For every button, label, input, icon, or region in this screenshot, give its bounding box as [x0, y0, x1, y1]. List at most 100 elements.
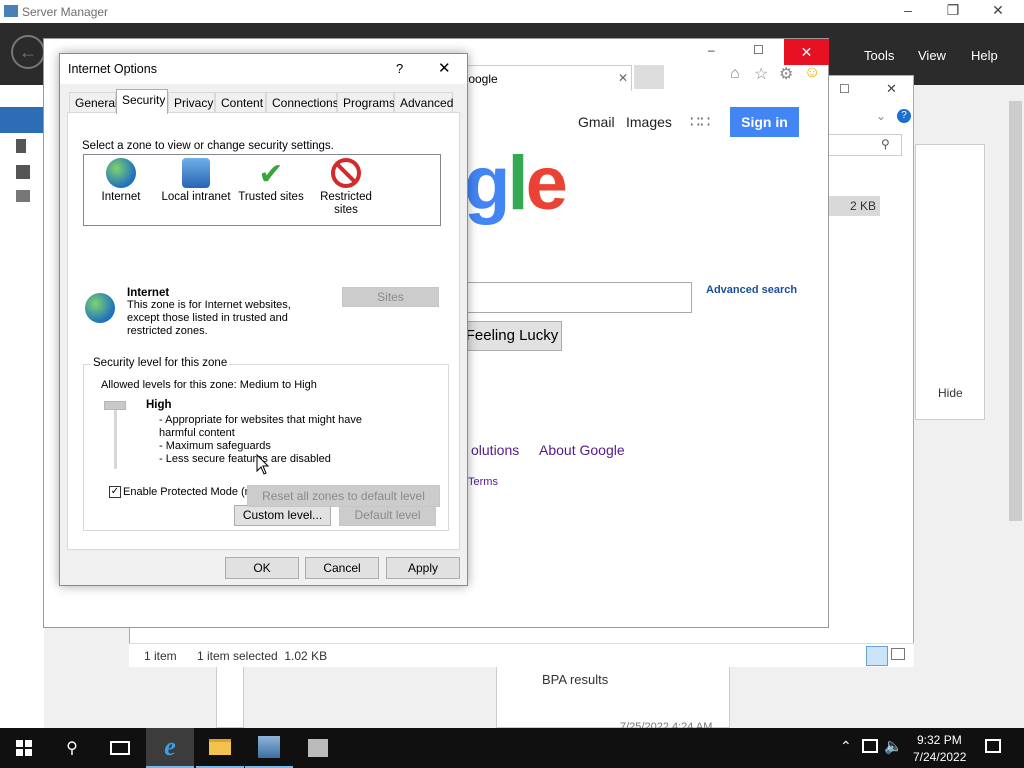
dialog-close-button[interactable]: ✕ — [438, 59, 451, 77]
menu-view[interactable]: View — [918, 48, 946, 63]
menu-tools[interactable]: Tools — [864, 48, 894, 63]
security-level-slider[interactable] — [100, 401, 130, 473]
ok-button[interactable]: OK — [225, 557, 299, 579]
large-icons-view-icon[interactable] — [891, 648, 905, 660]
zone-local-intranet[interactable]: Local intranet — [160, 158, 232, 204]
security-level-name: High — [146, 399, 172, 411]
file-explorer-taskbar-button[interactable] — [196, 728, 244, 768]
start-button[interactable] — [0, 728, 48, 768]
zone-trusted-sites[interactable]: ✔ Trusted sites — [237, 158, 305, 204]
tab-connections[interactable]: Connections — [266, 92, 339, 112]
search-button[interactable]: ⚲ — [48, 728, 96, 768]
help-icon[interactable]: ? — [897, 109, 911, 123]
sites-button[interactable]: Sites — [342, 287, 439, 307]
gmail-link[interactable]: Gmail — [578, 114, 615, 130]
menu-help[interactable]: Help — [971, 48, 998, 63]
images-link[interactable]: Images — [626, 114, 672, 130]
internet-options-dialog: Internet Options ? ✕ General Security Pr… — [59, 53, 468, 586]
close-button[interactable]: ✕ — [986, 2, 1010, 19]
search-input[interactable] — [464, 282, 692, 313]
sign-in-button[interactable]: Sign in — [730, 107, 799, 137]
terms-link[interactable]: Terms — [468, 476, 498, 488]
ie-maximize-button[interactable]: ☐ — [753, 43, 764, 57]
scrollbar-thumb[interactable] — [1009, 101, 1022, 521]
tab-advanced[interactable]: Advanced — [394, 92, 453, 112]
ie-minimize-button[interactable]: – — [708, 43, 715, 57]
reset-all-zones-button-visible[interactable]: Reset all zones to default level — [247, 485, 440, 507]
cancel-button[interactable]: Cancel — [305, 557, 379, 579]
feeling-lucky-button[interactable]: Feeling Lucky — [462, 321, 562, 351]
clock-date[interactable]: 7/24/2022 — [913, 750, 966, 764]
server-manager-nav — [0, 85, 44, 728]
feedback-smiley-icon[interactable]: ☺ — [804, 64, 820, 82]
ie-tab[interactable]: Google ✕ — [452, 65, 632, 91]
tab-security[interactable]: Security — [116, 89, 168, 114]
new-tab-button[interactable] — [634, 65, 664, 89]
selection-info: 1 item selected 1.02 KB — [197, 649, 328, 663]
mouse-cursor-icon — [256, 454, 270, 475]
slider-thumb[interactable] — [104, 401, 126, 410]
explorer-search-box[interactable]: ⚲ — [828, 134, 902, 156]
zone-internet[interactable]: Internet — [94, 158, 148, 204]
minimize-button[interactable]: – — [896, 2, 920, 18]
server-manager-title: Server Manager — [22, 5, 109, 19]
nav-local-server-icon[interactable] — [16, 139, 26, 153]
apps-grid-icon[interactable]: ∷∷ — [690, 112, 710, 132]
nav-file-services-icon[interactable] — [16, 190, 30, 202]
dialog-title: Internet Options — [68, 62, 157, 76]
allowed-levels: Allowed levels for this zone: Medium to … — [101, 379, 317, 391]
search-icon: ⚲ — [66, 740, 78, 757]
solutions-link[interactable]: olutions — [471, 442, 519, 458]
selected-zone-name: Internet — [127, 287, 170, 299]
search-icon: ⚲ — [881, 137, 890, 151]
network-tool-taskbar-button[interactable] — [294, 728, 342, 768]
internet-explorer-icon: e — [164, 732, 176, 761]
task-view-icon — [110, 741, 130, 755]
task-view-button[interactable] — [96, 728, 144, 768]
scrollbar[interactable] — [1007, 85, 1024, 728]
apply-button[interactable]: Apply — [386, 557, 460, 579]
default-level-button[interactable]: Default level — [339, 505, 436, 526]
favorites-star-icon[interactable]: ☆ — [754, 64, 768, 84]
zone-prompt: Select a zone to view or change security… — [82, 140, 334, 152]
show-hidden-icons-chevron-icon[interactable]: ⌃ — [840, 738, 852, 755]
clock-time[interactable]: 9:32 PM — [917, 733, 962, 747]
globe-icon — [106, 158, 136, 188]
bpa-results-label[interactable]: BPA results — [542, 672, 608, 687]
network-status-icon[interactable] — [862, 739, 878, 753]
hide-link[interactable]: Hide — [938, 386, 963, 400]
maximize-button[interactable]: ❐ — [941, 2, 965, 19]
zone-restricted-sites[interactable]: Restricted sites — [318, 158, 374, 217]
custom-level-button[interactable]: Custom level... — [234, 505, 331, 526]
zone-label-restricted-sites: Restricted sites — [320, 191, 372, 216]
tab-privacy[interactable]: Privacy — [168, 92, 215, 112]
tab-content[interactable]: Content — [215, 92, 266, 112]
chevron-down-icon[interactable]: ⌄ — [876, 109, 886, 123]
server-manager-taskbar-button[interactable] — [245, 728, 293, 768]
action-center-icon[interactable] — [985, 739, 1001, 753]
ie-taskbar-button[interactable]: e — [146, 728, 194, 768]
back-icon[interactable]: ← — [11, 35, 45, 69]
volume-muted-icon[interactable]: 🔈 — [884, 737, 903, 755]
nav-all-servers-icon[interactable] — [16, 165, 30, 179]
file-row[interactable]: 2 KB — [828, 196, 880, 216]
google-logo: gle — [464, 141, 568, 226]
bullet-2: - Maximum safeguards — [159, 440, 271, 452]
advanced-search-link[interactable]: Advanced search — [706, 284, 797, 296]
ie-close-button[interactable]: ✕ — [784, 39, 829, 65]
settings-gear-icon[interactable]: ⚙ — [779, 64, 793, 84]
about-google-link[interactable]: About Google — [539, 442, 625, 458]
bullet-3: - Less secure features are disabled — [159, 453, 331, 465]
explorer-statusbar: 1 item 1 item selected 1.02 KB — [129, 643, 914, 667]
details-view-icon[interactable] — [866, 646, 888, 666]
protected-mode-checkbox[interactable]: ✓ — [109, 486, 121, 498]
nav-dashboard-icon[interactable] — [0, 107, 44, 133]
server-manager-titlebar: Server Manager – ❐ ✕ — [0, 0, 1024, 23]
explorer-close-button[interactable]: ✕ — [886, 81, 897, 97]
tab-general[interactable]: General — [69, 92, 118, 112]
home-icon[interactable]: ⌂ — [730, 65, 740, 83]
explorer-maximize-button[interactable]: ☐ — [839, 82, 850, 96]
dialog-help-button[interactable]: ? — [396, 61, 403, 76]
tab-programs[interactable]: Programs — [337, 92, 395, 112]
tab-close-icon[interactable]: ✕ — [618, 71, 628, 85]
